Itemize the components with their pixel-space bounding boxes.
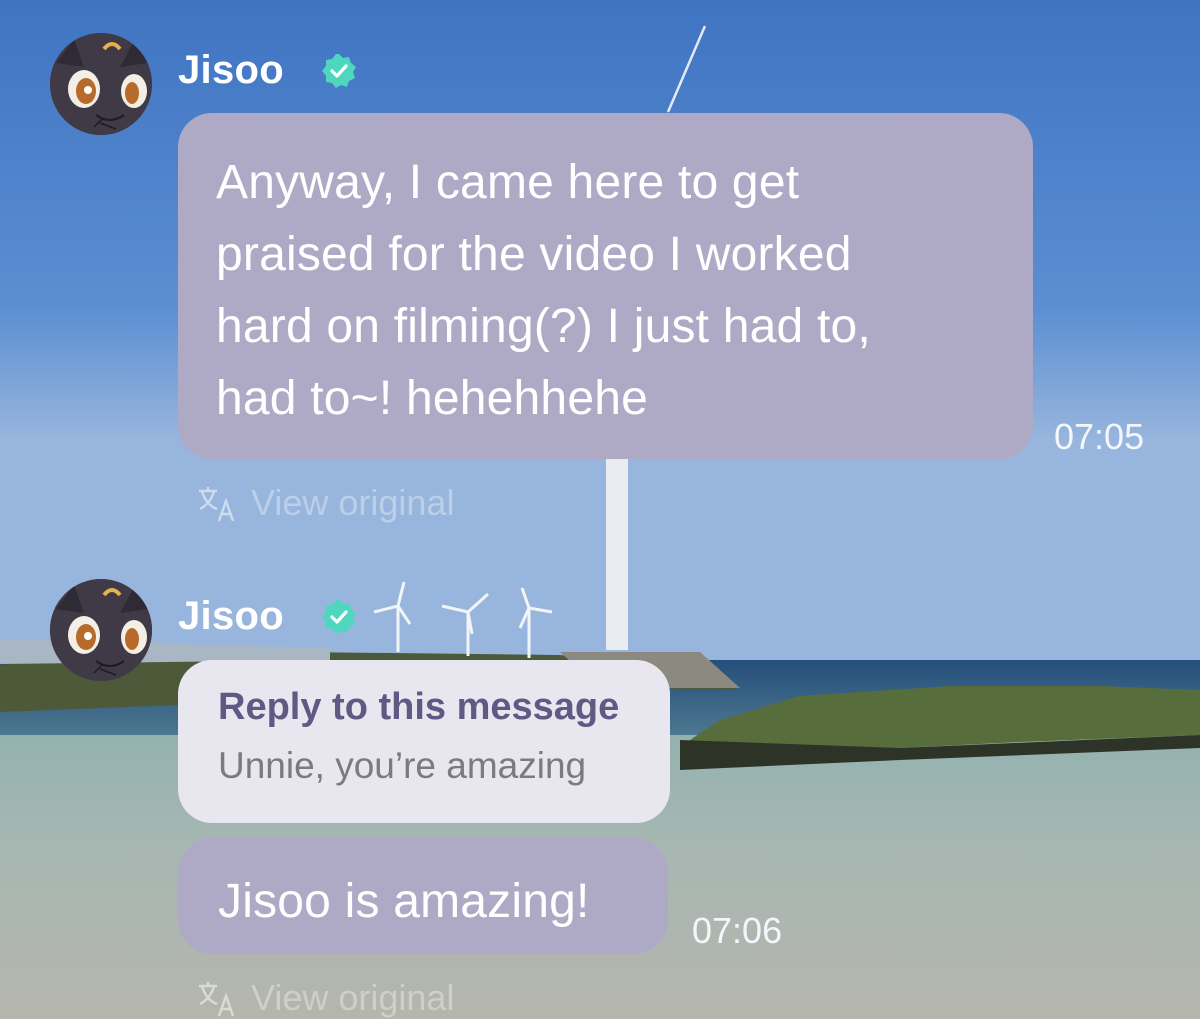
view-original-label: View original <box>251 482 455 523</box>
translate-icon <box>199 982 235 1017</box>
reply-card[interactable]: Reply to this message Unnie, you’re amaz… <box>178 660 670 823</box>
sender-avatar[interactable] <box>50 579 152 681</box>
sender-avatar[interactable] <box>50 33 152 135</box>
reply-card-title: Reply to this message <box>218 686 620 728</box>
chat-thread: Jisoo Anyway, I came here to get praised… <box>0 0 1200 1019</box>
message-text: Jisoo is amazing! <box>218 875 590 928</box>
reply-card-quote: Unnie, you’re amazing <box>218 745 587 786</box>
message-timestamp: 07:05 <box>1054 416 1145 457</box>
cat-avatar-icon <box>50 579 152 681</box>
view-original-button[interactable]: View original <box>195 977 454 1019</box>
view-original-label: View original <box>251 977 455 1018</box>
message-bubble[interactable]: Anyway, I came here to get praised for t… <box>178 113 1033 459</box>
verified-badge-icon <box>320 598 358 636</box>
translate-icon <box>199 487 235 522</box>
message-timestamp: 07:06 <box>692 910 783 951</box>
message-bubble[interactable]: Jisoo is amazing! <box>178 838 668 954</box>
view-original-button[interactable]: View original <box>195 482 454 524</box>
sender-name[interactable]: Jisoo <box>178 48 284 93</box>
verified-badge-icon <box>320 52 358 90</box>
message-text: Anyway, I came here to get praised for t… <box>216 156 871 425</box>
sender-name[interactable]: Jisoo <box>178 594 284 639</box>
cat-avatar-icon <box>50 33 152 135</box>
